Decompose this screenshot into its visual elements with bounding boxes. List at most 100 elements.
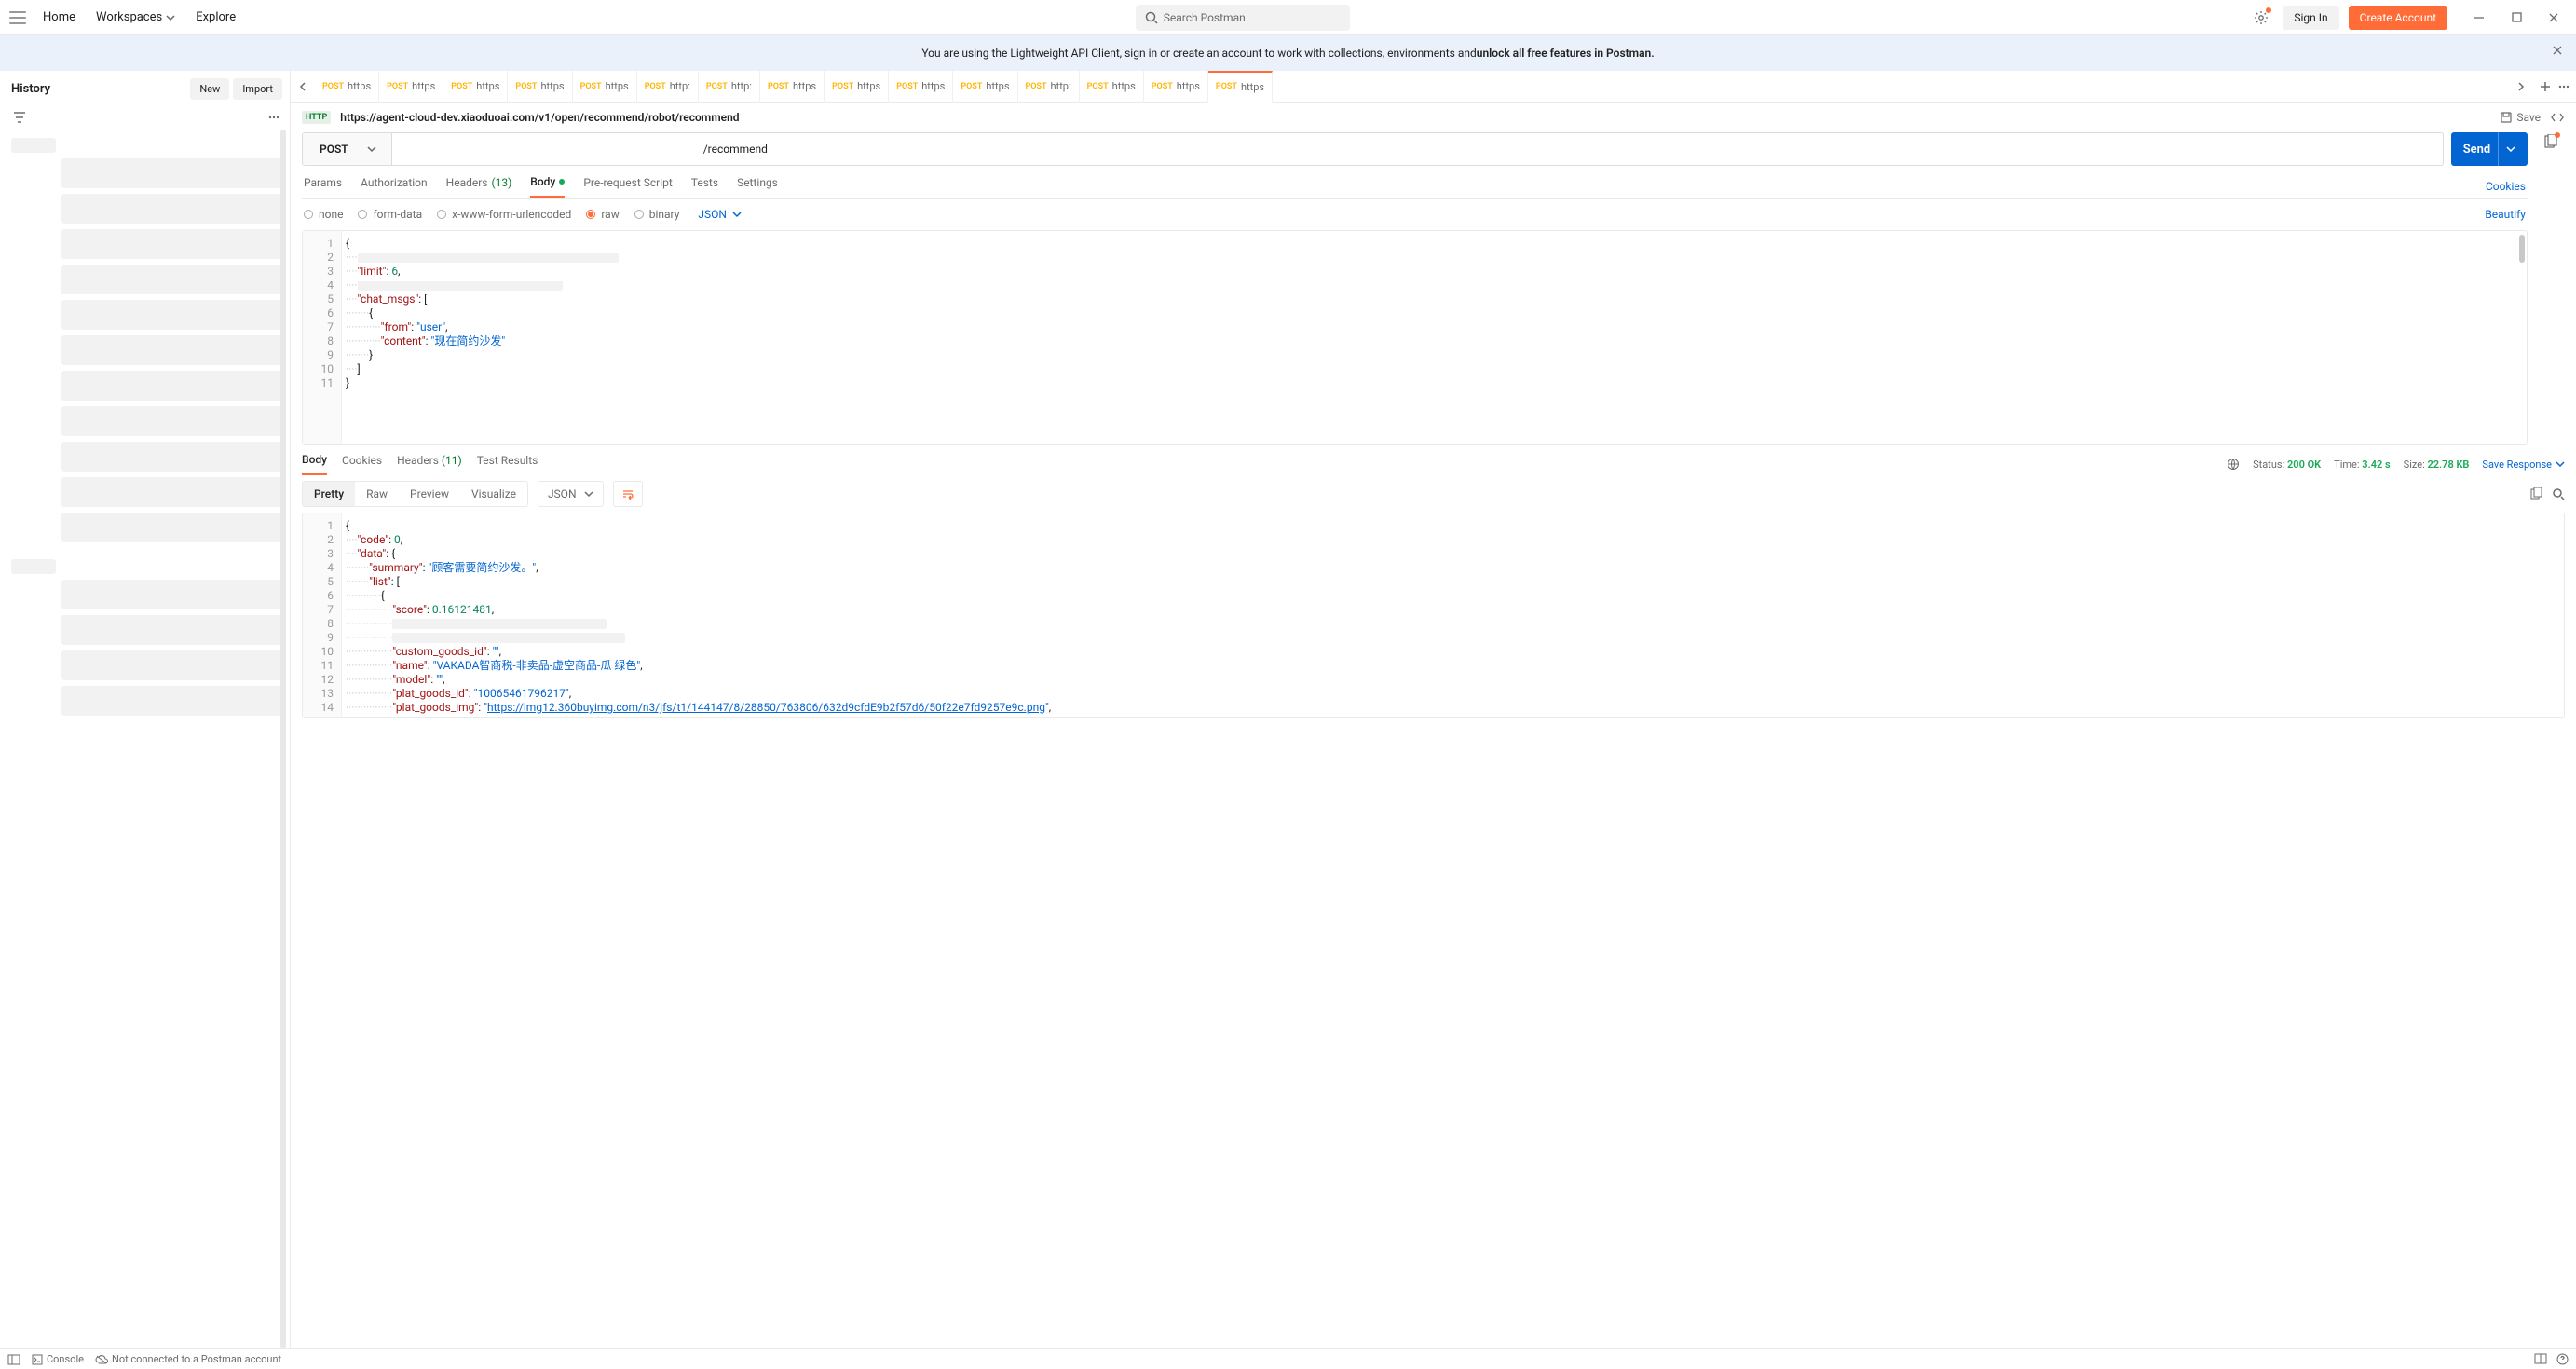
lightweight-banner: You are using the Lightweight API Client… (0, 35, 2576, 71)
request-tab[interactable]: POSThttps (825, 71, 889, 103)
resp-format-dropdown[interactable]: JSON (538, 481, 604, 507)
method-dropdown[interactable]: POST (303, 133, 392, 165)
network-icon[interactable] (2227, 458, 2240, 471)
resp-tab-cookies[interactable]: Cookies (342, 454, 382, 474)
search-icon (2552, 487, 2565, 500)
history-item[interactable] (61, 406, 282, 436)
sidebar-scrollbar[interactable] (280, 130, 286, 1348)
help-icon[interactable] (2556, 1353, 2569, 1365)
respview-visualize[interactable]: Visualize (460, 482, 527, 506)
request-tab[interactable]: POSThttp: (637, 71, 699, 103)
nav-explore[interactable]: Explore (196, 10, 236, 24)
history-item[interactable] (61, 513, 282, 542)
request-tab[interactable]: POSThttps (508, 71, 572, 103)
body-format-dropdown[interactable]: JSON (698, 208, 742, 221)
history-item[interactable] (61, 300, 282, 330)
respview-raw[interactable]: Raw (355, 482, 399, 506)
request-tab[interactable]: POSThttps (573, 71, 637, 103)
signin-button[interactable]: Sign In (2283, 6, 2338, 30)
nav-workspaces[interactable]: Workspaces (96, 10, 175, 24)
save-response-button[interactable]: Save Response (2482, 459, 2565, 471)
more-icon[interactable] (267, 111, 280, 124)
new-button[interactable]: New (190, 78, 229, 100)
tab-params[interactable]: Params (304, 176, 342, 197)
tab-settings[interactable]: Settings (737, 176, 778, 197)
import-button[interactable]: Import (233, 78, 282, 100)
window-maximize[interactable] (2503, 5, 2529, 31)
sidebar-toggle-icon[interactable] (7, 1353, 20, 1366)
editor-scrollbar[interactable] (2519, 235, 2525, 440)
window-close[interactable] (2541, 5, 2567, 31)
cookies-link[interactable]: Cookies (2486, 180, 2526, 193)
filter-icon[interactable] (13, 111, 26, 124)
new-tab-button[interactable] (2539, 80, 2552, 93)
copy-response-button[interactable] (2529, 487, 2542, 500)
window-minimize[interactable] (2466, 5, 2492, 31)
request-tab[interactable]: POSThttp: (699, 71, 760, 103)
code-snippet-button[interactable] (2550, 110, 2565, 125)
save-button[interactable]: Save (2500, 111, 2541, 124)
bodytype-binary[interactable]: binary (634, 208, 680, 221)
tab-authorization[interactable]: Authorization (361, 176, 428, 197)
request-tab[interactable]: POSThttps (443, 71, 508, 103)
request-tab[interactable]: POSThttps (1080, 71, 1144, 103)
menu-hamburger[interactable] (9, 11, 26, 24)
history-item[interactable] (61, 335, 282, 365)
request-tab[interactable]: POSThttps (315, 71, 379, 103)
bodytype-formdata[interactable]: form-data (358, 208, 422, 221)
create-account-button[interactable]: Create Account (2349, 6, 2447, 30)
resp-tab-body[interactable]: Body (302, 453, 327, 475)
url-mask (402, 141, 700, 157)
respview-preview[interactable]: Preview (399, 482, 460, 506)
request-tab[interactable]: POSThttps (1144, 71, 1208, 103)
history-item[interactable] (61, 265, 282, 294)
history-item[interactable] (61, 650, 282, 680)
request-tab[interactable]: POSThttps (1208, 71, 1273, 103)
tab-prerequest[interactable]: Pre-request Script (583, 176, 672, 197)
send-button[interactable]: Send (2451, 132, 2528, 166)
banner-close-button[interactable] (2552, 45, 2563, 56)
respview-pretty[interactable]: Pretty (303, 482, 355, 506)
beautify-button[interactable]: Beautify (2485, 208, 2526, 221)
tab-body[interactable]: Body (530, 175, 565, 198)
request-tab[interactable]: POSThttps (889, 71, 953, 103)
bodytype-raw[interactable]: raw (586, 208, 619, 221)
history-item[interactable] (61, 580, 282, 609)
history-item[interactable] (11, 138, 56, 153)
settings-button[interactable] (2249, 6, 2273, 30)
history-item[interactable] (61, 194, 282, 224)
history-item[interactable] (61, 158, 282, 188)
request-tab[interactable]: POSThttp: (1018, 71, 1080, 103)
search-response-button[interactable] (2552, 487, 2565, 500)
two-pane-icon[interactable] (2534, 1353, 2547, 1364)
request-tab[interactable]: POSThttps (953, 71, 1017, 103)
request-tab[interactable]: POSThttps (760, 71, 825, 103)
resp-tab-headers[interactable]: Headers (11) (397, 454, 462, 474)
request-body-editor[interactable]: 1234567891011 {········"limit": 6,······… (302, 230, 2528, 445)
url-input[interactable]: /recommend (392, 133, 2443, 165)
tab-more-button[interactable] (2557, 80, 2570, 93)
response-body-editor[interactable]: 1234567891011121314 {····"code": 0,····"… (302, 513, 2565, 718)
tabs-scroll-left[interactable] (291, 82, 315, 91)
history-item[interactable] (61, 442, 282, 472)
history-item[interactable] (61, 686, 282, 716)
history-item[interactable] (61, 615, 282, 645)
resp-tab-testresults[interactable]: Test Results (477, 454, 538, 474)
history-item[interactable] (61, 229, 282, 259)
search-input[interactable]: Search Postman (1136, 5, 1350, 31)
history-item[interactable] (61, 477, 282, 507)
status-value: 200 OK (2287, 459, 2321, 471)
request-tab[interactable]: POSThttps (379, 71, 443, 103)
console-label[interactable]: Console (47, 1353, 84, 1365)
history-item[interactable] (61, 371, 282, 401)
nav-home[interactable]: Home (43, 10, 75, 24)
tab-tests[interactable]: Tests (691, 176, 718, 197)
history-item[interactable] (11, 559, 56, 574)
bodytype-xwww[interactable]: x-www-form-urlencoded (437, 208, 571, 221)
time-label: Time: (2334, 459, 2359, 471)
tabs-scroll-right[interactable] (2509, 82, 2533, 91)
bodytype-none[interactable]: none (304, 208, 343, 221)
documentation-button[interactable] (2543, 134, 2558, 149)
tab-headers[interactable]: Headers (13) (446, 176, 512, 197)
wrap-lines-button[interactable] (613, 481, 643, 507)
